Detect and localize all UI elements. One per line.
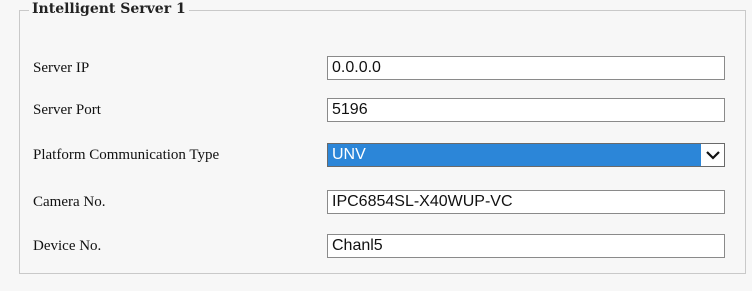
device-no-label: Device No. (33, 238, 102, 254)
server-port-label: Server Port (33, 102, 101, 118)
server-ip-input[interactable] (327, 56, 725, 80)
platform-type-label: Platform Communication Type (33, 147, 220, 163)
camera-no-label: Camera No. (33, 194, 106, 210)
server-ip-label: Server IP (33, 60, 90, 76)
device-no-input[interactable] (327, 234, 725, 258)
settings-panel: Intelligent Server 1 Server IP Server Po… (0, 0, 752, 291)
server-port-input[interactable] (327, 98, 725, 122)
platform-type-selected-value: UNV (328, 144, 701, 166)
platform-type-select[interactable]: UNV (327, 143, 725, 167)
chevron-down-icon[interactable] (701, 144, 724, 166)
group-title: Intelligent Server 1 (29, 0, 189, 18)
camera-no-input[interactable] (327, 190, 725, 214)
